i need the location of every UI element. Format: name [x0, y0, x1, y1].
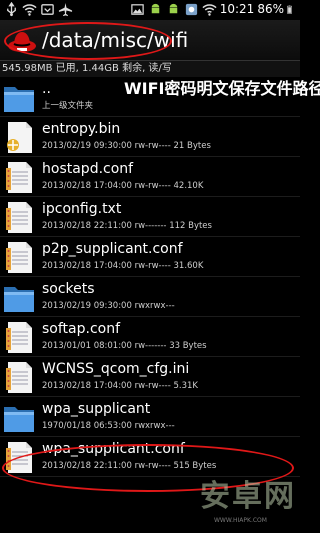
file-row[interactable]: WCNSS_qcom_cfg.ini 2013/02/18 17:04:00 rw…: [0, 357, 300, 397]
file-name: hostapd.conf: [42, 161, 134, 177]
settings-icon: [185, 3, 197, 16]
file-name: WCNSS_qcom_cfg.ini: [42, 361, 190, 377]
watermark-text: 安卓网: [200, 479, 296, 514]
file-meta: 2013/02/19 09:30:00 rw-rw---- 21 Bytes: [42, 141, 211, 151]
file-name: p2p_supplicant.conf: [42, 241, 183, 257]
file-name: ..: [42, 81, 51, 97]
battery-icon: [287, 5, 292, 14]
battery-percent: 86%: [257, 2, 284, 16]
image-icon: [131, 4, 144, 15]
watermark-logo: 安卓网 WWW.HIAPK.COM: [200, 479, 300, 533]
text-file-icon: [2, 239, 36, 275]
file-row[interactable]: entropy.bin 2013/02/19 09:30:00 rw-rw----…: [0, 117, 300, 157]
text-file-icon: [2, 359, 36, 395]
file-meta: 1970/01/18 06:53:00 rwxrwx---: [42, 421, 175, 431]
file-row[interactable]: softap.conf 2013/01/01 08:01:00 rw-------…: [0, 317, 300, 357]
file-meta: 2013/01/01 08:01:00 rw------- 33 Bytes: [42, 341, 207, 351]
file-name: entropy.bin: [42, 121, 121, 137]
file-row[interactable]: hostapd.conf 2013/02/18 17:04:00 rw-rw---…: [0, 157, 300, 197]
watermark-url: WWW.HIAPK.COM: [214, 517, 267, 524]
file-row[interactable]: p2p_supplicant.conf 2013/02/18 17:04:00 r…: [0, 237, 300, 277]
folder-row[interactable]: sockets 2013/02/19 09:30:00 rwxrwx---: [0, 277, 300, 317]
status-time: 10:21: [219, 2, 255, 16]
status-right-icons: 10:21 86%: [130, 1, 296, 18]
file-meta: 2013/02/19 09:30:00 rwxrwx---: [42, 301, 175, 311]
status-left-icons: [4, 2, 73, 17]
file-meta: 上一级文件夹: [42, 101, 94, 111]
file-name: sockets: [42, 281, 95, 297]
annotation-title: WIFI密码明文保存文件路径: [124, 79, 320, 98]
file-meta: 2013/02/18 17:04:00 rw-rw---- 31.60K: [42, 261, 204, 271]
usb-icon: [7, 2, 16, 17]
highlight-ring-path: [4, 22, 172, 60]
tray-icon: [41, 4, 54, 15]
android-icon: [169, 3, 177, 14]
folder-icon: [2, 279, 36, 315]
folder-row[interactable]: wpa_supplicant 1970/01/18 06:53:00 rwxrwx…: [0, 397, 300, 437]
file-meta: 2013/02/18 17:04:00 rw-rw---- 42.10K: [42, 181, 204, 191]
storage-info: 545.98MB 已用, 1.44GB 剩余, 读/写: [0, 61, 300, 77]
folder-icon: [2, 399, 36, 435]
wifi-signal-icon: [202, 4, 217, 16]
text-file-icon: [2, 159, 36, 195]
file-row[interactable]: ipconfig.txt 2013/02/18 22:11:00 rw------…: [0, 197, 300, 237]
folder-icon: [2, 79, 36, 115]
android-icon: [151, 3, 159, 14]
file-name: softap.conf: [42, 321, 121, 337]
wifi-icon: [22, 4, 37, 16]
file-meta: 2013/02/18 22:11:00 rw------- 112 Bytes: [42, 221, 212, 231]
text-file-icon: [2, 319, 36, 355]
status-bar: 10:21 86%: [0, 0, 300, 20]
binary-file-icon: [2, 119, 36, 155]
file-name: ipconfig.txt: [42, 201, 122, 217]
text-file-icon: [2, 199, 36, 235]
file-meta: 2013/02/18 17:04:00 rw-rw---- 5.31K: [42, 381, 199, 391]
airplane-icon: [58, 2, 73, 17]
file-name: wpa_supplicant: [42, 401, 151, 417]
